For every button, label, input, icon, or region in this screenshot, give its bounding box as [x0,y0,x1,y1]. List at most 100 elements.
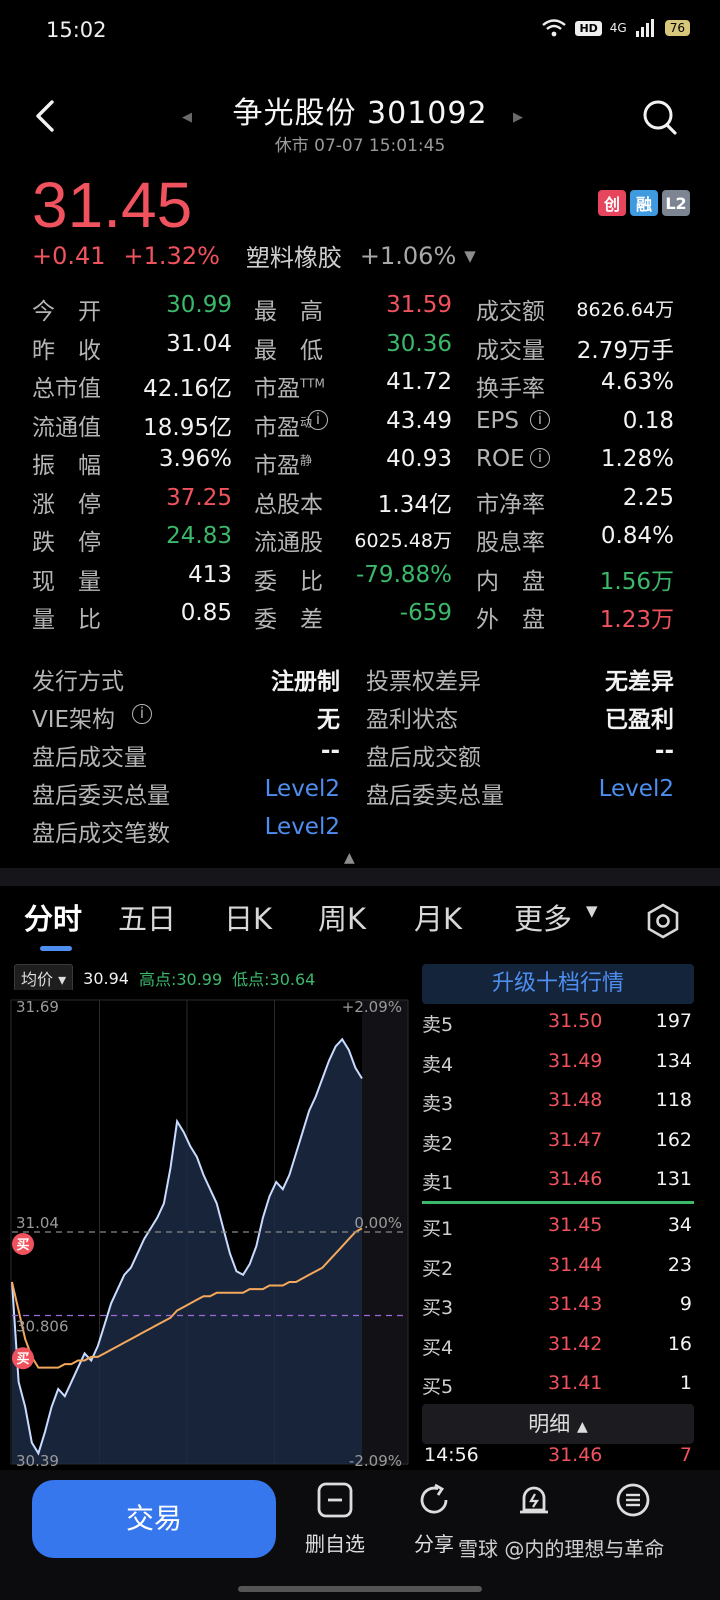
quote-value: 41.72 [386,369,452,395]
quote-label: 换手率 [476,376,545,402]
profile-label: 盘后成交量 [32,745,147,771]
detail-button[interactable]: 明细 ▲ [422,1404,694,1444]
status-icons: HD 4G 76 [541,18,690,38]
quote-label: 市盈静 [254,453,313,479]
profile-label: 盘后成交笔数 [32,821,170,847]
tab-5[interactable]: 更多 [514,896,572,938]
quote-value: 1.34亿 [377,491,452,518]
quote-label: 股息率 [476,530,545,556]
profile-value[interactable]: Level2 [265,776,340,802]
home-indicator[interactable] [238,1586,482,1592]
ask-row: 卖2 31.47 162 [422,1129,694,1168]
ob-price: 31.44 [548,1253,603,1276]
ob-volume: 131 [655,1168,692,1190]
info-icon[interactable]: i [530,409,550,430]
quote-row: 现 量 413 委 比 -79.88% 内 盘 1.56万 [32,562,692,600]
pct-label-bottom: -2.09% [349,1452,402,1470]
quote-label: 总市值 [32,376,101,402]
quote-value: 31.59 [386,292,452,318]
price-change: +0.41 [32,241,106,270]
quote-label: 最 低 [254,337,323,364]
sector-change[interactable]: +1.06% [360,242,456,270]
bid-row: 买4 31.42 16 [422,1333,694,1372]
avg-select[interactable]: 均价 ▾ [14,964,74,992]
quote-value: 1.56万 [599,568,674,595]
tab-2[interactable]: 日K [224,896,272,938]
avg-value: 30.94 [83,968,129,988]
more-dropdown-icon[interactable]: ▼ [586,902,598,920]
market-status: 休市 07-07 15:01:45 [274,136,446,156]
quote-value: 18.95亿 [143,414,232,441]
profile-value: -- [320,738,340,764]
quote-label: EPS [476,407,520,434]
ob-price: 31.50 [548,1010,603,1032]
trade-button[interactable]: 交易 [32,1480,276,1558]
quote-row: 涨 停 37.25 总股本 1.34亿 市净率 2.25 [32,485,692,523]
remove-watchlist-button[interactable]: 删自选 [285,1480,385,1557]
ob-level: 买1 [422,1218,454,1240]
badges: 创融 L2 [598,190,690,216]
menu-button[interactable] [583,1480,683,1528]
ob-level: 买5 [422,1376,454,1398]
quote-value: 4.63% [600,369,674,395]
info-icon[interactable]: i [308,409,328,430]
quote-value: 24.83 [166,523,232,549]
upgrade-level10-button[interactable]: 升级十档行情 [422,964,694,1004]
profile-row: VIE架构 无盈利状态 已盈利 [32,700,692,738]
bid-ask-divider [422,1201,694,1204]
quote-label: 成交额 [476,299,545,325]
badge-2: L2 [662,190,690,216]
change-row: +0.41 +1.32% 塑料橡胶 +1.06% ▼ [32,238,476,273]
ob-price: 31.43 [548,1293,603,1315]
profile-label: 盘后成交额 [366,745,481,771]
ob-volume: 162 [655,1128,692,1151]
quote-label: 今 开 [32,299,101,325]
profile-value[interactable]: Level2 [265,814,340,840]
quote-value: -659 [399,600,452,626]
ob-price: 31.41 [548,1372,603,1394]
quote-label: 涨 停 [32,491,101,518]
badge-1: 融 [630,190,658,216]
intraday-chart[interactable]: 31.69 31.04 30.806 30.39 +2.09% 0.00% -2… [10,990,410,1470]
quote-label: 内 盘 [476,568,545,595]
ob-level: 买4 [422,1336,454,1359]
quote-value: 3.96% [158,446,232,472]
quote-label: 流通值 [32,414,101,441]
collapse-icon[interactable]: ▲ [344,850,355,866]
quote-value: 0.84% [600,523,674,549]
ob-volume: 9 [679,1293,692,1315]
tab-1[interactable]: 五日 [118,896,176,938]
tab-0[interactable]: 分时 [24,896,82,938]
tab-4[interactable]: 月K [414,896,462,938]
quote-value: 42.16亿 [143,376,232,402]
quote-value: 30.36 [386,330,452,357]
bid-row: 买1 31.45 34 [422,1214,694,1253]
high-point: 高点:30.99 [138,970,223,989]
sector-dropdown-icon[interactable]: ▼ [464,247,476,265]
ask-row: 卖4 31.49 134 [422,1050,694,1089]
tab-3[interactable]: 周K [318,896,366,938]
ob-price: 31.42 [548,1332,603,1355]
price-change-pct: +1.32% [123,241,220,270]
info-icon[interactable]: i [530,448,550,468]
y-label-mid: 31.04 [16,1214,59,1232]
ob-level: 买3 [422,1297,454,1319]
profile-value[interactable]: Level2 [599,776,674,802]
quote-label: ROE [476,446,525,472]
last-trade-time: 14:56 [424,1444,479,1466]
quote-label: 市净率 [476,491,545,518]
profile-label: VIE架构 [32,707,116,733]
vie-info-icon[interactable]: i [132,704,152,724]
ob-volume: 197 [655,1010,692,1032]
quote-row: 流通值 18.95亿 市盈动 i 43.49 EPS i 0.18 [32,408,692,446]
badge-0: 创 [598,190,626,216]
ob-price: 31.46 [548,1168,603,1190]
settings-hex-icon[interactable] [644,902,682,940]
remove-watchlist-label: 删自选 [305,1532,365,1556]
quote-value: 2.25 [622,484,674,511]
search-icon[interactable] [640,97,680,137]
alert-button[interactable] [484,1480,584,1528]
quote-value: -79.88% [356,561,452,588]
quote-value: 2.79万手 [576,337,674,364]
sector-name[interactable]: 塑料橡胶 [246,238,342,273]
